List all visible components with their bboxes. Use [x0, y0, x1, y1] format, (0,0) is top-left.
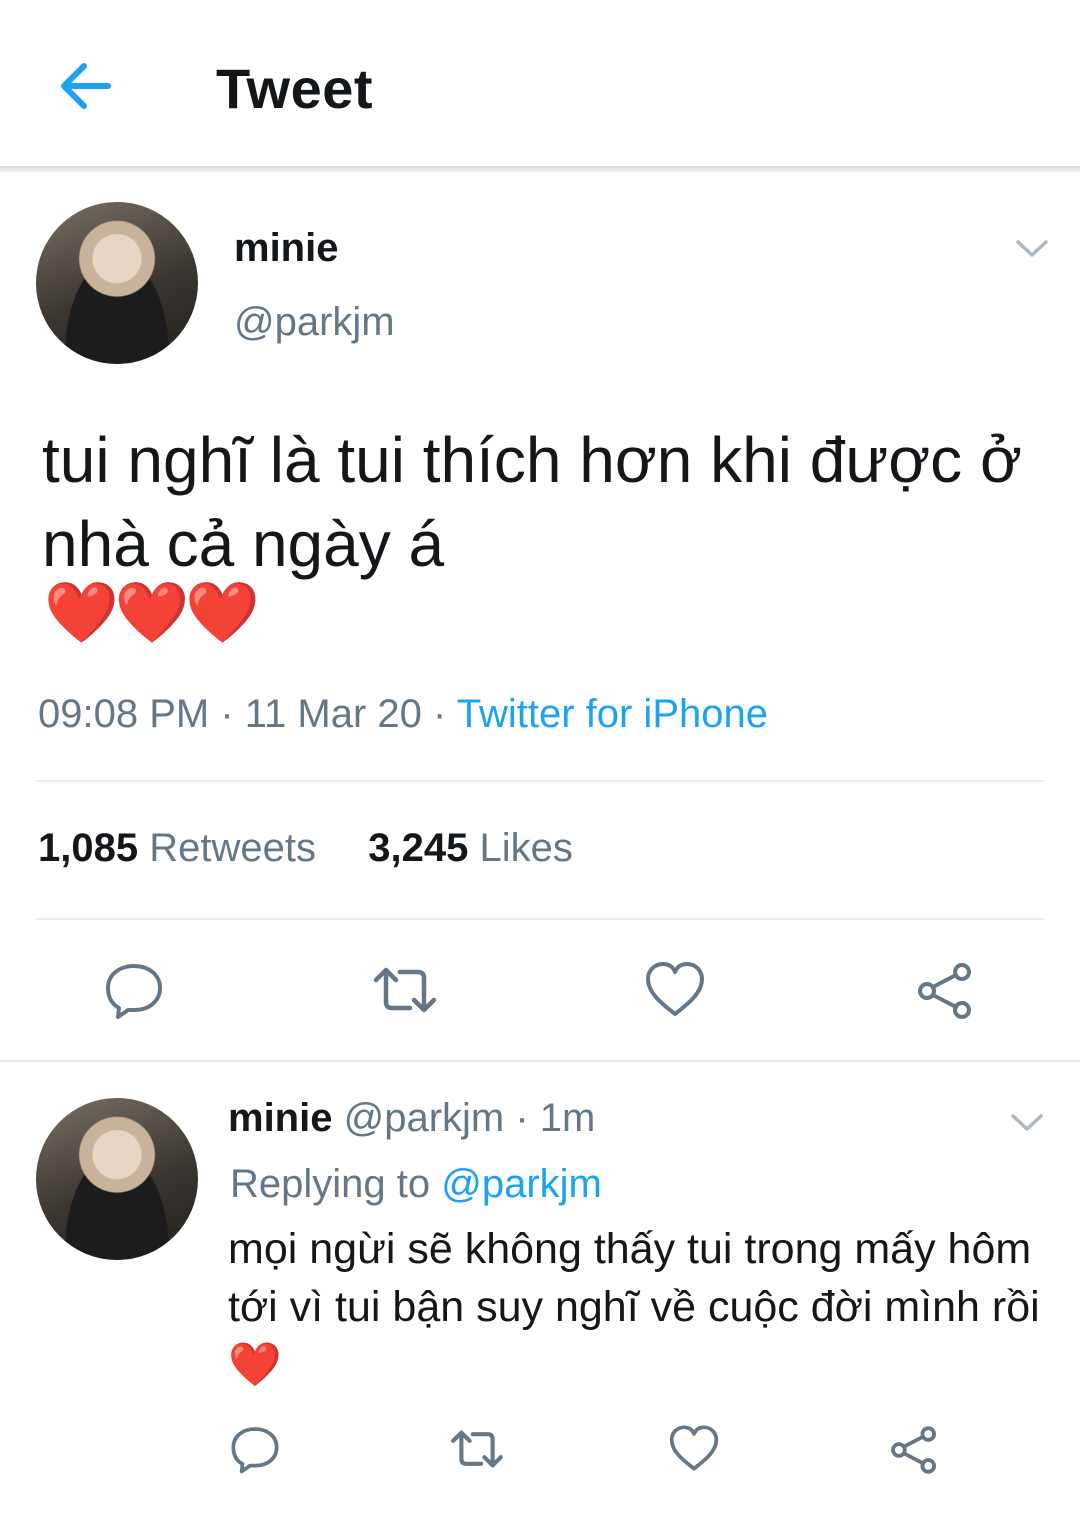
divider — [36, 918, 1044, 920]
section-divider — [0, 1060, 1080, 1062]
divider — [36, 780, 1044, 782]
reply-emoji: ❤️ — [228, 1341, 282, 1389]
reply-age: 1m — [539, 1096, 596, 1140]
tweet-time: 09:08 PM — [38, 692, 210, 736]
heart-outline-icon[interactable] — [668, 1424, 720, 1472]
tweet-stats: 1,085 Retweets 3,245 Likes — [38, 826, 573, 871]
replying-prefix: Replying to — [230, 1162, 431, 1206]
page-title: Tweet — [216, 57, 374, 120]
tweet-emoji: ❤️❤️❤️ — [44, 579, 260, 646]
tweet-meta: 09:08 PM · 11 Mar 20 · Twitter for iPhon… — [38, 692, 768, 737]
replying-to: Replying to @parkjm — [230, 1162, 602, 1207]
likes-stat[interactable]: 3,245 Likes — [368, 826, 573, 870]
heart-outline-icon[interactable] — [644, 960, 706, 1018]
share-icon[interactable] — [914, 960, 976, 1022]
tweet-date: 11 Mar 20 — [244, 692, 422, 736]
replying-to-link[interactable]: @parkjm — [441, 1162, 602, 1206]
meta-separator: · — [209, 692, 245, 736]
retweets-count: 1,085 — [38, 826, 139, 870]
user-handle[interactable]: @parkjm — [344, 1096, 505, 1140]
likes-label: Likes — [479, 826, 573, 870]
retweets-stat[interactable]: 1,085 Retweets — [38, 826, 316, 870]
reply-body: mọi ngừi sẽ không thấy tui trong mấy hôm… — [228, 1225, 1040, 1331]
likes-count: 3,245 — [368, 826, 469, 870]
arrow-left-icon[interactable] — [58, 60, 112, 112]
tweet-text: tui nghĩ là tui thích hơn khi được ở nhà… — [42, 424, 1022, 580]
retweet-icon[interactable] — [448, 1426, 506, 1472]
retweet-icon[interactable] — [370, 962, 440, 1018]
avatar[interactable] — [36, 202, 198, 364]
meta-separator: · — [421, 692, 457, 736]
display-name[interactable]: minie — [234, 226, 338, 271]
reply-bubble-icon[interactable] — [230, 1424, 280, 1474]
reply-text: mọi ngừi sẽ không thấy tui trong mấy hôm… — [228, 1220, 1068, 1394]
retweets-label: Retweets — [149, 826, 316, 870]
share-icon[interactable] — [888, 1424, 940, 1476]
chevron-down-icon[interactable] — [1010, 1112, 1044, 1134]
reply-header: minie @parkjm · 1m — [228, 1096, 595, 1141]
meta-separator: · — [504, 1096, 540, 1140]
top-bar — [0, 0, 1080, 168]
header-divider — [0, 166, 1080, 172]
user-handle[interactable]: @parkjm — [234, 300, 395, 345]
reply-bubble-icon[interactable] — [104, 960, 164, 1020]
avatar[interactable] — [36, 1098, 198, 1260]
display-name[interactable]: minie — [228, 1096, 332, 1140]
chevron-down-icon[interactable] — [1015, 238, 1049, 260]
tweet-source-link[interactable]: Twitter for iPhone — [457, 692, 768, 736]
